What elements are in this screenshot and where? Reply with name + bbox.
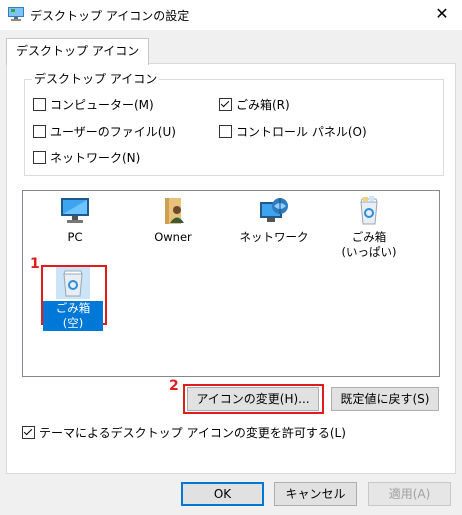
- checkbox-label: コンピューター(M): [50, 98, 154, 112]
- checkbox-box-checked[interactable]: [22, 426, 35, 439]
- annotation-step-1: 1: [30, 256, 40, 272]
- icon-label: PC: [67, 230, 83, 244]
- icon-item-recycle-empty[interactable]: ごみ箱 (空): [43, 267, 103, 331]
- icon-item-recycle-full[interactable]: ごみ箱 (いっぱい): [334, 196, 404, 260]
- icon-item-owner[interactable]: Owner: [138, 196, 208, 245]
- cancel-button[interactable]: キャンセル: [274, 482, 357, 506]
- icon-selection-highlight: [56, 267, 90, 299]
- checkbox-label: ネットワーク(N): [50, 151, 141, 165]
- recycle-bin-full-icon: [360, 196, 378, 225]
- tab-desktop-icons[interactable]: デスクトップ アイコン: [6, 38, 150, 65]
- checkbox-label: ユーザーのファイル(U): [50, 125, 176, 139]
- checkbox-label: テーマによるデスクトップ アイコンの変更を許可する(L): [39, 426, 346, 440]
- checkbox-box[interactable]: [219, 125, 232, 138]
- checkbox-recycle-bin[interactable]: ごみ箱(R): [219, 96, 290, 113]
- checkbox-label: コントロール パネル(O): [236, 125, 367, 139]
- checkbox-network[interactable]: ネットワーク(N): [33, 149, 140, 166]
- ok-button[interactable]: OK: [181, 482, 264, 506]
- apply-button[interactable]: 適用(A): [368, 482, 451, 506]
- icon-label-selected: ごみ箱 (空): [43, 301, 103, 331]
- checkbox-theme-allow-change[interactable]: テーマによるデスクトップ アイコンの変更を許可する(L): [22, 424, 346, 441]
- pc-icon: [61, 198, 89, 223]
- close-icon[interactable]: ✕: [430, 3, 454, 25]
- checkbox-computer[interactable]: コンピューター(M): [33, 96, 154, 113]
- recycle-bin-empty-icon: [63, 270, 83, 297]
- checkbox-box[interactable]: [33, 151, 46, 164]
- checkbox-label: ごみ箱(R): [236, 98, 290, 112]
- window-title: デスクトップ アイコンの設定: [30, 9, 190, 23]
- checkbox-control-panel[interactable]: コントロール パネル(O): [219, 123, 367, 140]
- checkbox-box-checked[interactable]: [219, 98, 232, 111]
- icon-item-pc[interactable]: PC: [40, 196, 110, 245]
- checkbox-box[interactable]: [33, 98, 46, 111]
- restore-default-button[interactable]: 既定値に戻す(S): [331, 387, 439, 411]
- icon-item-network[interactable]: ネットワーク: [234, 196, 314, 245]
- checkbox-user-files[interactable]: ユーザーのファイル(U): [33, 123, 176, 140]
- change-icon-button[interactable]: アイコンの変更(H)...: [187, 387, 319, 411]
- icon-label-line2: (いっぱい): [341, 245, 397, 259]
- desktop-settings-icon: [8, 7, 24, 21]
- annotation-step-2: 2: [169, 378, 179, 394]
- network-icon: [260, 198, 288, 222]
- icon-label-line1: ごみ箱: [351, 230, 387, 244]
- groupbox-legend: デスクトップ アイコン: [32, 70, 160, 87]
- icon-label: ネットワーク: [239, 230, 309, 244]
- checkbox-box[interactable]: [33, 125, 46, 138]
- icon-label: Owner: [154, 230, 192, 244]
- user-folder-icon: [165, 198, 184, 224]
